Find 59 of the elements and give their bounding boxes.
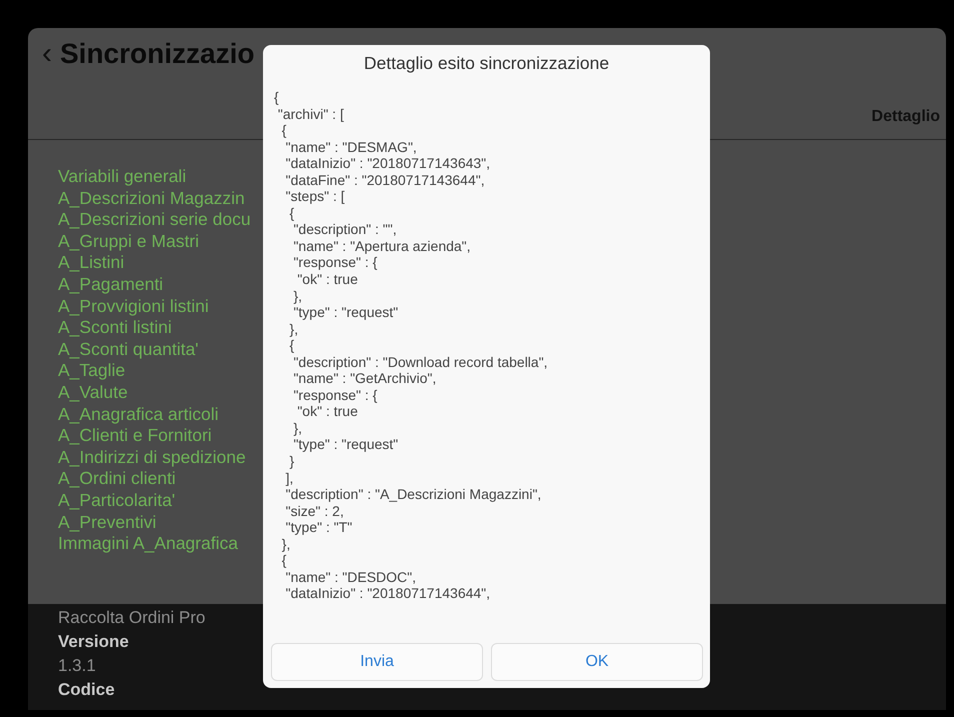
- code-line: "steps" : [: [284, 188, 345, 205]
- code-line: "description" : "Download record tabella",: [292, 354, 548, 370]
- dialog-title: Dettaglio esito sincronizzazione: [362, 52, 610, 75]
- code-line: "name" : "DESMAG",: [284, 138, 417, 156]
- detail-button[interactable]: Dettaglio: [866, 107, 946, 127]
- code-line: "size" : 2,: [284, 502, 344, 520]
- list-item[interactable]: A_Preventivi: [58, 512, 262, 534]
- code-line: },: [292, 288, 302, 304]
- page-title: Sincronizzazio: [60, 38, 254, 70]
- code-line: "name" : "GetArchivio",: [292, 370, 436, 387]
- code-line: },: [288, 320, 298, 338]
- code-line: "type" : "request": [292, 436, 398, 454]
- code-line: "archivi" : [: [276, 106, 344, 122]
- code-line: "dataFine" : "20180717143644",: [284, 172, 485, 188]
- list-item[interactable]: A_Clienti e Fornitori: [58, 425, 262, 447]
- code-line: {: [280, 552, 286, 569]
- list-item[interactable]: A_Sconti listini: [58, 317, 262, 339]
- list-item[interactable]: A_Provvigioni listini: [58, 296, 262, 318]
- list-item[interactable]: A_Descrizioni Magazzin: [58, 188, 262, 210]
- code-line: "response" : {: [292, 254, 378, 272]
- send-button[interactable]: Invia: [271, 643, 483, 681]
- section-heading: Versione: [58, 631, 129, 653]
- code-line: "type" : "request": [292, 304, 398, 321]
- code-line: "response" : {: [292, 386, 378, 404]
- list-item[interactable]: A_Valute: [58, 382, 262, 404]
- code-line: },: [280, 536, 290, 552]
- list-item[interactable]: A_Particolarita': [58, 490, 262, 512]
- code-line: }: [288, 453, 294, 470]
- list-item[interactable]: A_Pagamenti: [58, 274, 262, 296]
- list-item[interactable]: A_Indirizzi di spedizione: [58, 446, 262, 468]
- list-item[interactable]: A_Descrizioni serie docu: [58, 209, 262, 231]
- list-item[interactable]: A_Gruppi e Mastri: [58, 230, 262, 252]
- code-line: "type" : "T": [284, 519, 352, 536]
- list-item[interactable]: Variabili generali: [58, 166, 262, 188]
- list-item[interactable]: Immagini A_Anagrafica: [58, 533, 262, 555]
- ok-button[interactable]: OK: [491, 643, 703, 681]
- code-line: "ok" : true: [296, 271, 358, 288]
- list-item[interactable]: A_Taglie: [58, 360, 262, 382]
- app-name: Raccolta Ordini Pro: [58, 607, 206, 629]
- code-line: },: [292, 420, 302, 436]
- code-line: {: [280, 122, 286, 139]
- list-item[interactable]: A_Listini: [58, 252, 262, 274]
- code-line: {: [288, 337, 294, 354]
- code-line: {: [288, 204, 294, 222]
- version-value: 1.3.1: [58, 655, 96, 677]
- section-heading: Codice: [58, 679, 115, 701]
- code-line: "ok" : true: [296, 403, 358, 420]
- list-item[interactable]: A_Ordini clienti: [58, 468, 262, 490]
- list-item[interactable]: A_Sconti quantita': [58, 338, 262, 360]
- code-line: "description" : "A_Descrizioni Magazzini",: [284, 486, 542, 503]
- code-line: "dataInizio" : "20180717143643",: [284, 155, 490, 172]
- code-line: {: [274, 89, 279, 106]
- list-item[interactable]: A_Anagrafica articoli: [58, 404, 262, 426]
- code-line: "name" : "DESDOC",: [284, 568, 416, 586]
- code-line: ],: [284, 470, 294, 486]
- code-line: "description" : "",: [292, 221, 397, 238]
- code-line: "dataInizio" : "20180717143644",: [284, 585, 490, 602]
- code-line: "name" : "Apertura azienda",: [292, 238, 471, 254]
- back-button[interactable]: ‹: [42, 39, 52, 69]
